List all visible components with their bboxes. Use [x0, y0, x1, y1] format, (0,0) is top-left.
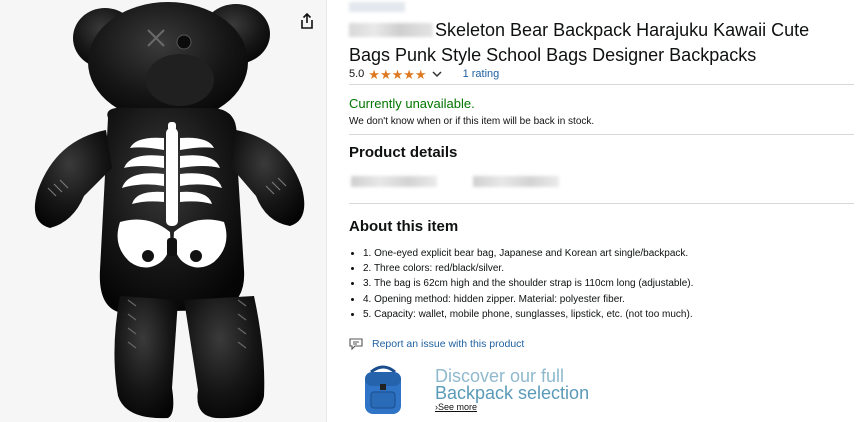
rating-count-link[interactable]: 1 rating	[463, 68, 500, 80]
star-icon: ★	[391, 66, 404, 82]
about-list-item: 3. The bag is 62cm high and the shoulder…	[363, 276, 693, 291]
star-icon: ★	[403, 66, 415, 82]
product-title: Skeleton Bear Backpack Harajuku Kawaii C…	[349, 18, 854, 68]
about-list-item: 5. Capacity: wallet, mobile phone, sungl…	[363, 307, 693, 322]
share-button[interactable]	[296, 12, 318, 34]
divider	[349, 84, 854, 85]
about-list-item: 1. One-eyed explicit bear bag, Japanese …	[363, 246, 693, 261]
discover-line2: Backpack selection	[435, 383, 590, 403]
brand-name-redacted	[349, 23, 433, 37]
about-heading: About this item	[349, 218, 459, 235]
divider	[349, 134, 854, 135]
star-icon: ★	[368, 66, 380, 82]
about-list-item: 2. Three colors: red/black/silver.	[363, 261, 693, 276]
brand-store-link-redacted[interactable]	[349, 2, 405, 12]
star-rating[interactable]: ★ ★ ★ ★ ★	[368, 68, 426, 81]
availability-note: We don't know when or if this item will …	[349, 116, 595, 127]
availability-status: Currently unavailable.	[349, 96, 475, 111]
discover-text: Discover our full Backpack selection	[435, 367, 590, 403]
divider	[349, 203, 854, 204]
about-list: 1. One-eyed explicit bear bag, Japanese …	[349, 246, 693, 322]
star-icon: ★	[414, 66, 427, 82]
detail-label-redacted	[351, 176, 437, 187]
share-icon	[300, 12, 314, 34]
see-more-link[interactable]: ›See more	[435, 402, 477, 412]
chevron-down-icon[interactable]	[431, 68, 443, 80]
product-details-heading: Product details	[349, 144, 458, 161]
backpack-icon	[365, 365, 401, 414]
report-icon	[349, 338, 363, 350]
discover-backpacks-banner[interactable]: Discover our full Backpack selection ›Se…	[361, 362, 661, 418]
report-issue-link[interactable]: Report an issue with this product	[349, 338, 524, 350]
rating-row: 5.0 ★ ★ ★ ★ ★ 1 rating	[349, 66, 854, 82]
product-image[interactable]	[8, 0, 318, 422]
star-icon: ★	[379, 66, 392, 82]
rating-score: 5.0	[349, 68, 365, 80]
detail-value-redacted	[473, 176, 559, 187]
about-list-item: 4. Opening method: hidden zipper. Materi…	[363, 292, 693, 307]
product-image-panel	[0, 0, 327, 422]
report-issue-label: Report an issue with this product	[372, 338, 525, 350]
